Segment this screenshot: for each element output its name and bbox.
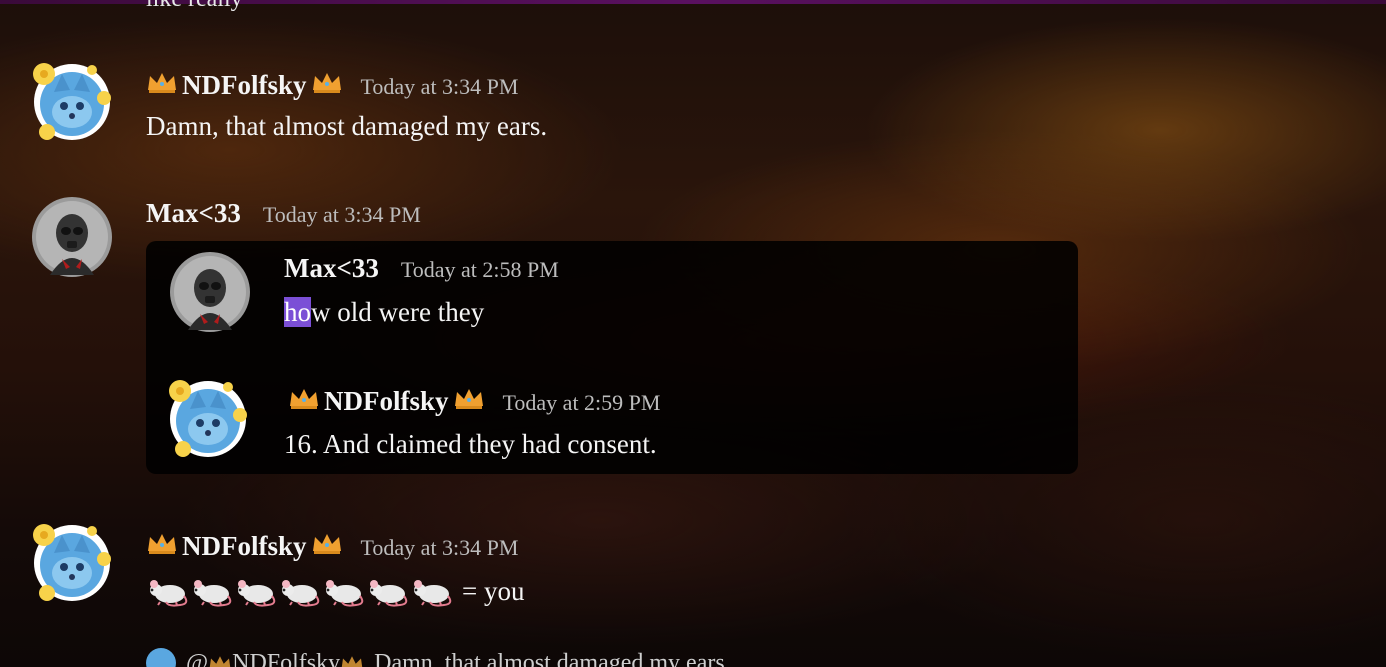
message-text: Damn, that almost damaged my ears. — [146, 111, 548, 141]
reply-text: Damn, that almost damaged my ears. — [374, 649, 731, 667]
quoted-timestamp[interactable]: Today at 2:58 PM — [401, 257, 559, 283]
message-timestamp[interactable]: Today at 3:34 PM — [361, 535, 519, 561]
rat-emoji — [278, 574, 322, 608]
author-name[interactable]: Max<33 — [146, 198, 241, 229]
rat-emoji — [410, 574, 454, 608]
mention-symbol: @ — [186, 649, 209, 667]
rat-emoji — [234, 574, 278, 608]
crown-icon — [311, 531, 343, 555]
crown-icon — [146, 70, 178, 94]
masked-figure-avatar[interactable] — [170, 252, 250, 332]
message-text: = you — [462, 575, 525, 606]
message-timestamp[interactable]: Today at 3:34 PM — [263, 202, 421, 228]
reply-preview[interactable]: @ NDFolfsky Damn, that almost damaged my… — [146, 648, 731, 667]
author-name[interactable]: NDFolfsky — [182, 70, 307, 101]
author-name[interactable]: NDFolfsky — [182, 531, 307, 562]
crown-icon — [311, 70, 343, 94]
text-selection-highlight: ho — [284, 297, 311, 327]
rat-emoji — [366, 574, 410, 608]
rat-emoji — [322, 574, 366, 608]
masked-figure-avatar[interactable] — [32, 197, 112, 277]
fox-avatar-small — [146, 648, 176, 667]
forwarded-messages-box[interactable]: Max<33 Today at 2:58 PM how old were the… — [146, 241, 1078, 474]
fox-avatar[interactable] — [32, 62, 112, 142]
quoted-message-text: 16. And claimed they had consent. — [284, 429, 657, 459]
crown-icon — [340, 654, 364, 667]
quoted-author-name[interactable]: NDFolfsky — [324, 386, 449, 417]
rat-emoji — [146, 574, 190, 608]
quoted-author-name[interactable]: Max<33 — [284, 253, 379, 284]
rat-emoji — [190, 574, 234, 608]
quoted-timestamp[interactable]: Today at 2:59 PM — [503, 390, 661, 416]
fox-avatar[interactable] — [168, 379, 248, 459]
crown-icon — [453, 386, 485, 410]
crown-icon — [208, 654, 232, 667]
fox-avatar[interactable] — [32, 523, 112, 603]
crown-icon — [146, 531, 178, 555]
quoted-message-text: how old were they — [284, 297, 484, 328]
message-emoji-text: = you — [146, 574, 524, 608]
quoted-text-rest: w old were they — [311, 297, 485, 327]
crown-icon — [288, 386, 320, 410]
message-timestamp[interactable]: Today at 3:34 PM — [361, 74, 519, 100]
reply-author-name[interactable]: NDFolfsky — [232, 650, 340, 667]
previous-message-fragment: like really — [146, 0, 243, 13]
